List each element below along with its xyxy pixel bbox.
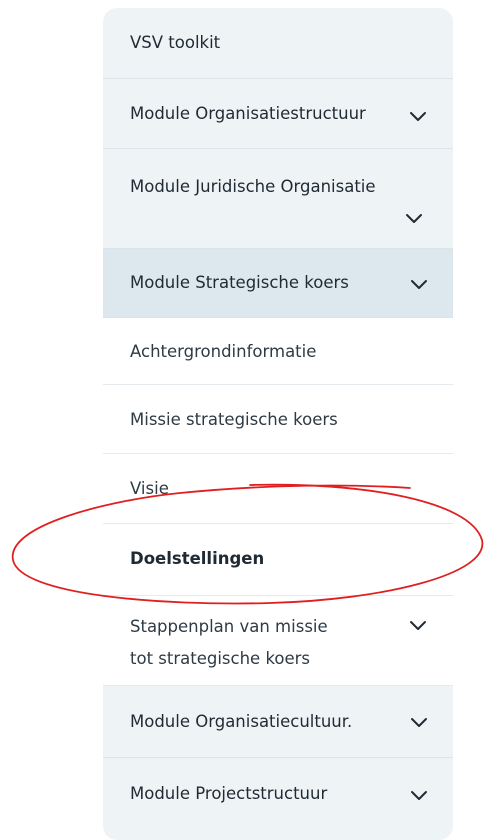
nav-item-module-strategische-koers[interactable]: Module Strategische koers	[103, 249, 453, 318]
nav-subitem-visie[interactable]: Visie	[103, 454, 453, 524]
chevron-down-icon[interactable]	[405, 213, 423, 225]
nav-item-label: Module Organisatiestructuur	[130, 104, 366, 123]
nav-item-vsv-toolkit[interactable]: VSV toolkit	[103, 8, 453, 79]
nav-subitem-achtergrondinformatie[interactable]: Achtergrondinformatie	[103, 318, 453, 385]
nav-item-module-organisatiestructuur[interactable]: Module Organisatiestructuur	[103, 79, 453, 149]
sidebar-navigation: VSV toolkit Module Organisatiestructuur …	[103, 8, 453, 840]
nav-subitem-label: Achtergrondinformatie	[130, 342, 317, 361]
chevron-down-icon[interactable]	[409, 111, 427, 123]
chevron-down-icon[interactable]	[409, 620, 427, 632]
nav-subitem-label: Missie strategische koers	[130, 410, 338, 429]
nav-item-label: Module Organisatiecultuur.	[130, 712, 353, 731]
nav-subitem-doelstellingen[interactable]: Doelstellingen	[103, 524, 453, 596]
nav-subitem-label: Visie	[130, 479, 169, 498]
nav-item-module-projectstructuur[interactable]: Module Projectstructuur	[103, 758, 453, 840]
nav-item-module-juridische-organisatie[interactable]: Module Juridische Organisatie	[103, 149, 453, 249]
nav-subitem-label-active: Doelstellingen	[130, 549, 265, 568]
nav-item-label: Module Strategische koers	[130, 273, 349, 292]
nav-subitem-label-line1: Stappenplan van missie	[130, 617, 328, 636]
nav-subitem-stappenplan[interactable]: Stappenplan van missie tot strategische …	[103, 596, 453, 686]
chevron-down-icon[interactable]	[410, 790, 428, 802]
nav-item-module-organisatiecultuur[interactable]: Module Organisatiecultuur.	[103, 686, 453, 758]
nav-title: VSV toolkit	[130, 33, 221, 52]
chevron-down-icon[interactable]	[410, 279, 428, 291]
chevron-down-icon[interactable]	[410, 717, 428, 729]
nav-item-label: Module Juridische Organisatie	[130, 177, 376, 196]
nav-subitem-missie-strategische-koers[interactable]: Missie strategische koers	[103, 385, 453, 454]
nav-subitem-label-line2: tot strategische koers	[130, 649, 311, 668]
nav-item-label: Module Projectstructuur	[130, 784, 328, 803]
